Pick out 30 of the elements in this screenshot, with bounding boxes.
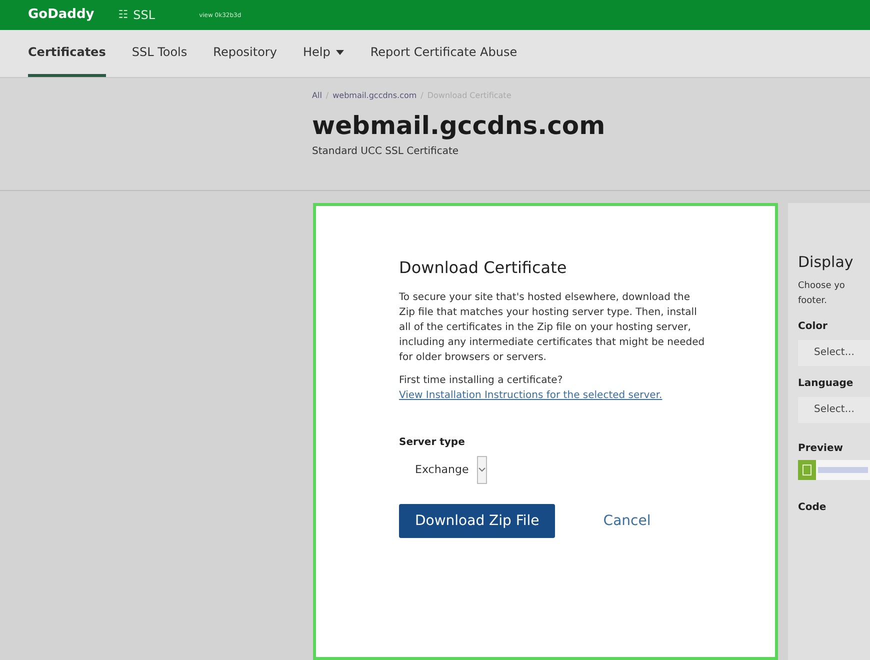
field-label: Code [798, 500, 828, 514]
panel-text: footer. [798, 295, 828, 308]
nav-tab[interactable]: SSL Tools [132, 30, 188, 77]
field-label: Preview [798, 442, 844, 456]
page-title: webmail.gccdns.com [312, 110, 606, 142]
cancel-button[interactable]: Cancel [603, 510, 651, 532]
help-text: First time installing a certificate? [399, 374, 564, 388]
grid-icon: ☷ [118, 6, 128, 24]
field-label: Color [798, 320, 828, 334]
page-subtitle: Standard UCC SSL Certificate [312, 145, 460, 159]
breadcrumb-separator: / [326, 90, 329, 102]
field-label: Language [798, 376, 854, 390]
select-field[interactable]: Select... [798, 340, 870, 366]
panel-text: Choose yo [798, 280, 846, 292]
logo[interactable]: GoDaddy [28, 5, 94, 25]
card-heading: Download Certificate [399, 257, 568, 279]
download-zip-button[interactable]: Download Zip File [399, 504, 556, 538]
breadcrumb-link[interactable]: webmail.gccdns.com [332, 90, 417, 102]
panel-heading: Display [798, 252, 854, 273]
field-label: Server type [399, 436, 466, 450]
select-field[interactable]: Select... [798, 396, 870, 422]
breadcrumb-link[interactable]: All [312, 90, 322, 102]
nav-tab[interactable]: Report Certificate Abuse [370, 30, 518, 77]
product-name: SSL [133, 7, 156, 24]
breadcrumb-separator: / [420, 90, 424, 102]
nav-tab[interactable]: Help [302, 30, 344, 77]
caret-icon [336, 50, 344, 54]
nav-tab[interactable]: Repository [213, 30, 277, 77]
instructions-link[interactable]: View Installation Instructions for the selected server. [399, 388, 705, 403]
card-description: To secure your site that's hosted elsewhere, download the Zip file that matches your hosting server type. Then, install all of the certificates in the Zip file on your hosting server, including any intermediate certificates that might be needed for older browsers or servers. [399, 291, 705, 365]
